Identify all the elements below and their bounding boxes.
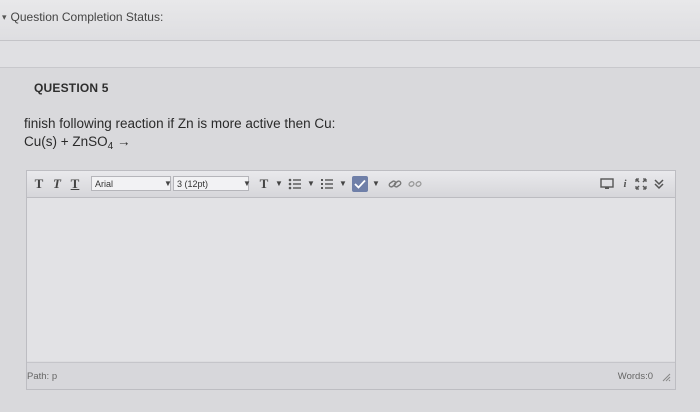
numbered-list-icon[interactable] xyxy=(319,176,335,192)
editor-status-bar: Path: p Words:0 xyxy=(27,362,675,389)
resize-handle-icon[interactable] xyxy=(661,372,671,382)
question-equation: Cu(s) + ZnSO4 → xyxy=(24,133,335,156)
question-text: finish following reaction if Zn is more … xyxy=(24,116,336,131)
info-icon[interactable]: i xyxy=(617,176,633,192)
status-label: Question Completion Status: xyxy=(10,10,164,24)
chevron-down-icon[interactable]: ▼ xyxy=(275,179,283,188)
font-family-select[interactable]: Arial xyxy=(91,176,171,191)
bulleted-list-icon[interactable] xyxy=(287,176,303,192)
rich-text-editor: T T T Arial ▼ 3 (12pt) ▼ T ▼ ▼ ▼ ▼ i Pat… xyxy=(26,170,676,390)
status-bar: ▾ Question Completion Status: xyxy=(0,0,700,41)
chevron-down-icon[interactable]: ▼ xyxy=(372,179,380,188)
editor-content-area[interactable] xyxy=(27,198,675,361)
chevron-down-icon[interactable]: ▼ xyxy=(243,179,251,188)
word-count: Words:0 xyxy=(617,371,653,382)
arrow-icon: → xyxy=(116,134,131,149)
question-body: finish following reaction if Zn is more … xyxy=(24,115,335,156)
question-header: QUESTION 5 xyxy=(34,81,109,95)
fullscreen-icon[interactable] xyxy=(633,176,649,192)
chevron-down-icon[interactable]: ▼ xyxy=(339,179,347,188)
font-family-value: Arial xyxy=(95,178,114,189)
expand-toolbar-icon[interactable] xyxy=(651,176,667,192)
editor-toolbar: T T T Arial ▼ 3 (12pt) ▼ T ▼ ▼ ▼ ▼ i xyxy=(27,171,675,198)
italic-button[interactable]: T xyxy=(51,176,63,192)
equation-subscript: 4 xyxy=(107,141,114,152)
collapse-arrow-icon[interactable]: ▾ xyxy=(2,12,7,23)
underline-button[interactable]: T xyxy=(69,176,81,192)
equation-prefix: Cu(s) + ZnSO xyxy=(24,134,108,149)
spellcheck-icon[interactable] xyxy=(352,176,368,192)
chevron-down-icon[interactable]: ▼ xyxy=(164,179,172,188)
font-size-select[interactable]: 3 (12pt) xyxy=(173,176,249,191)
path-label: Path: p xyxy=(27,371,58,382)
unlink-icon[interactable] xyxy=(407,176,423,192)
font-size-value: 3 (12pt) xyxy=(177,178,209,189)
chevron-down-icon[interactable]: ▼ xyxy=(307,179,315,188)
link-icon[interactable] xyxy=(387,176,403,192)
bold-button[interactable]: T xyxy=(33,176,45,192)
preview-icon[interactable] xyxy=(599,176,615,192)
divider-strip xyxy=(0,41,700,68)
question-completion-status[interactable]: ▾ Question Completion Status: xyxy=(2,10,163,24)
text-color-icon[interactable]: T xyxy=(257,176,271,192)
